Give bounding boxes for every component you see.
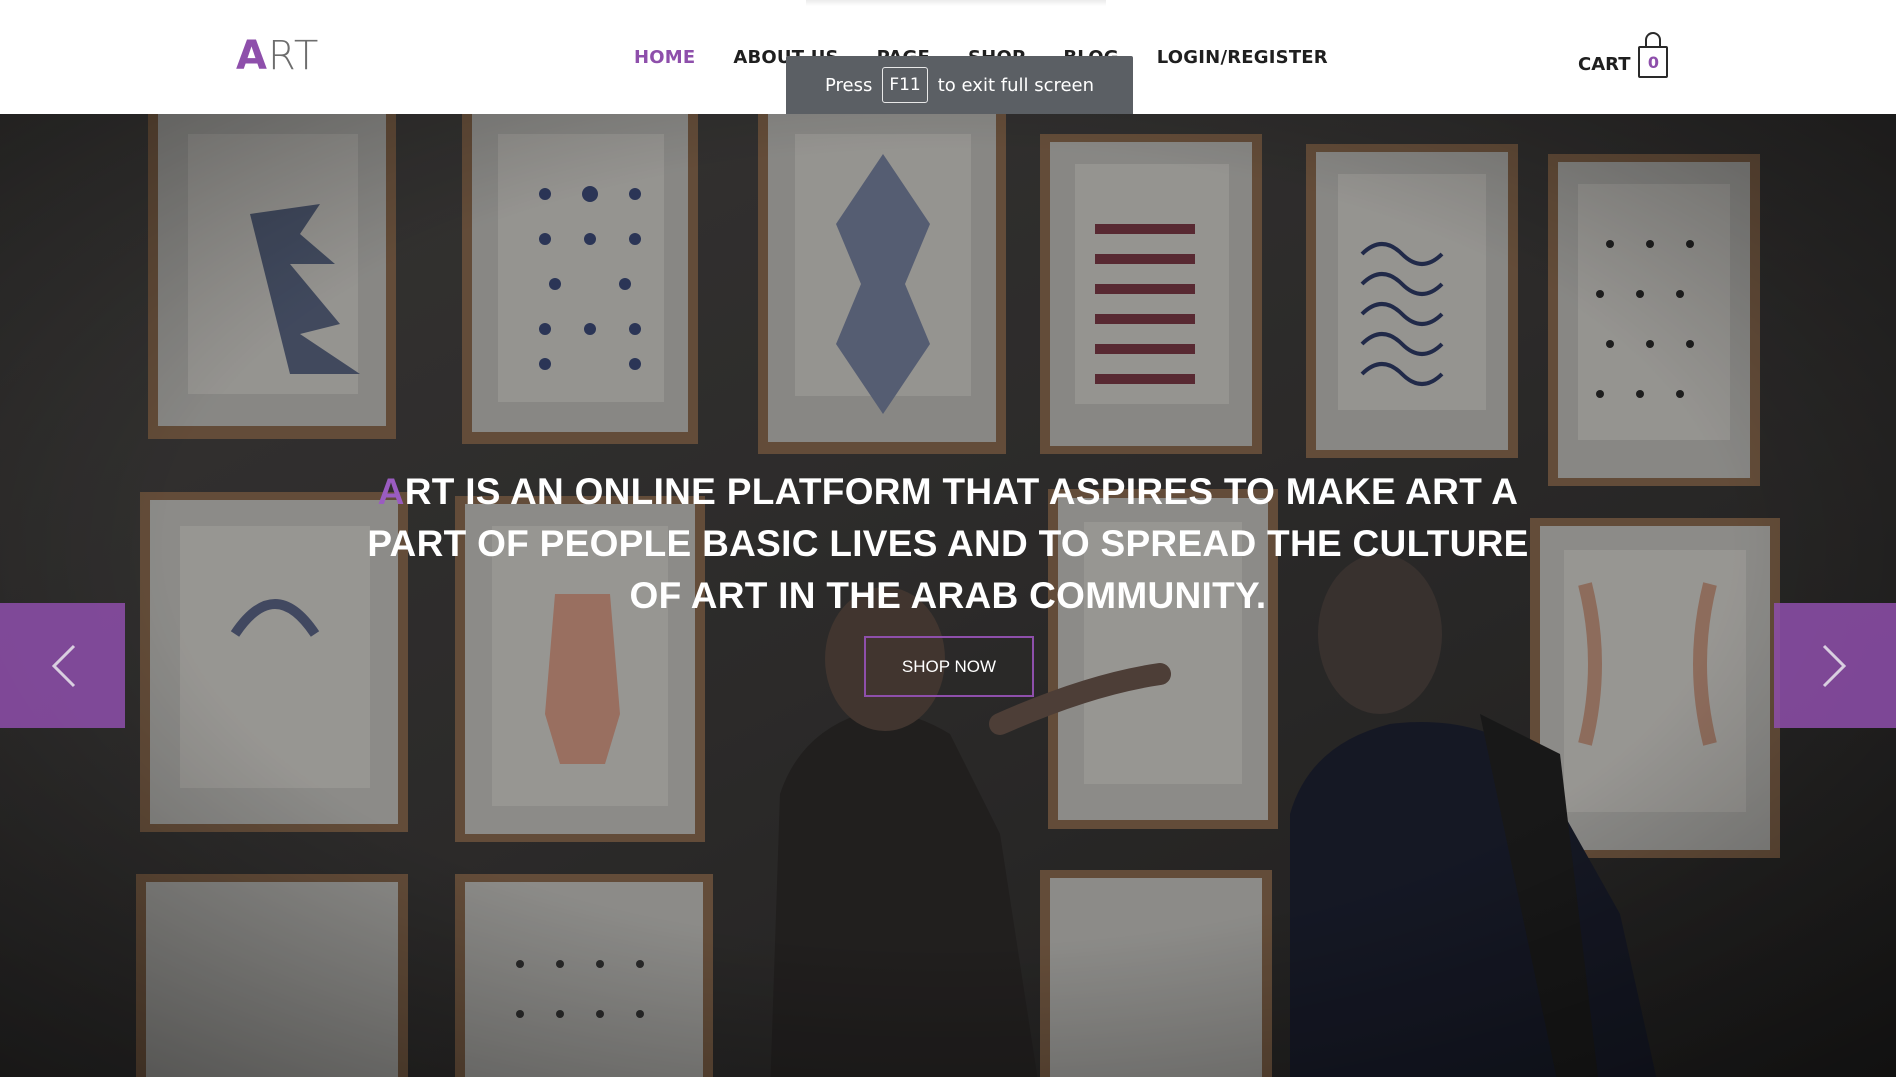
fullscreen-notice-key: F11 (882, 67, 928, 103)
slider-prev-button[interactable] (0, 603, 125, 728)
hero-slider: ART IS AN ONLINE PLATFORM THAT ASPIRES T… (0, 114, 1896, 1077)
fullscreen-notice-suffix: to exit full screen (937, 74, 1095, 96)
shop-now-button[interactable]: SHOP NOW (864, 636, 1034, 697)
chevron-left-icon (51, 644, 75, 687)
hero-headline-first-letter: A (377, 471, 405, 512)
toast-shadow (806, 0, 1106, 6)
logo-rest: RT (267, 33, 320, 79)
site-logo[interactable]: ART (236, 34, 319, 78)
nav-home[interactable]: HOME (634, 47, 695, 68)
chevron-right-icon (1822, 644, 1847, 687)
cart-count: 0 (1647, 52, 1660, 72)
slider-next-button[interactable] (1774, 603, 1896, 728)
logo-first-letter: A (236, 33, 268, 79)
hero-headline-text: RT IS AN ONLINE PLATFORM THAT ASPIRES TO… (367, 471, 1529, 616)
fullscreen-notice: Press F11 to exit full screen (786, 56, 1133, 114)
fullscreen-notice-prefix: Press (824, 74, 873, 96)
cart-button[interactable]: CART 0 (1578, 30, 1669, 78)
nav-login-register[interactable]: LOGIN/REGISTER (1157, 47, 1328, 68)
hero-headline: ART IS AN ONLINE PLATFORM THAT ASPIRES T… (360, 466, 1536, 622)
shopping-bag-icon: 0 (1638, 32, 1669, 78)
cart-label: CART (1578, 54, 1631, 75)
